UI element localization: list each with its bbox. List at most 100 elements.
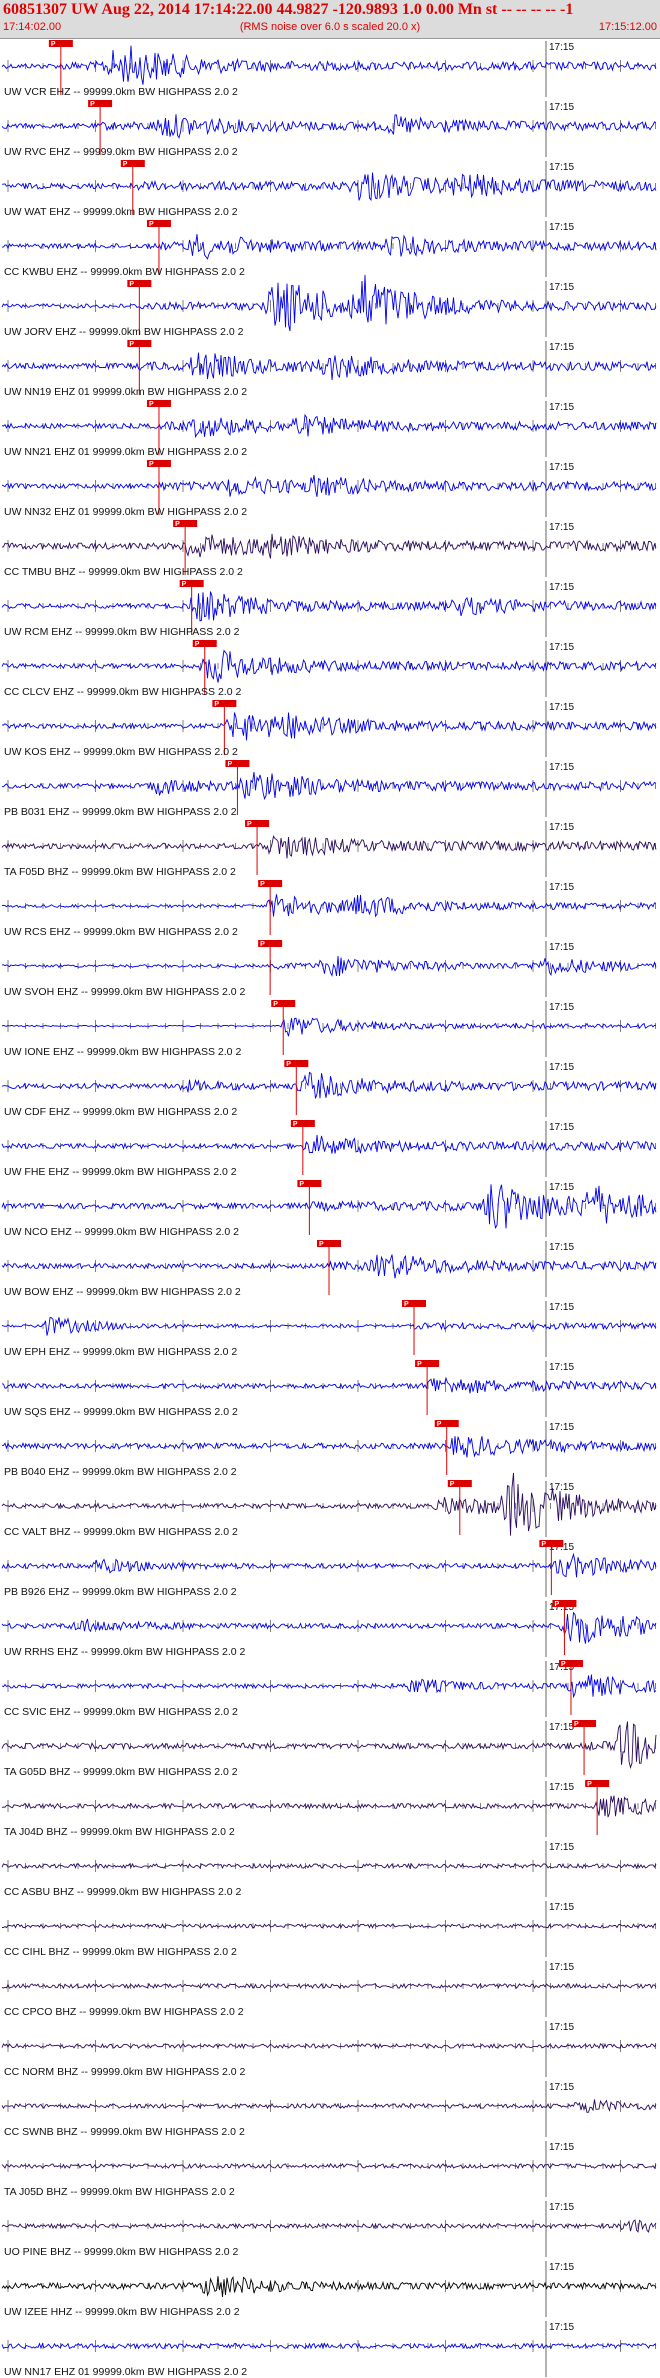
- station-label: UW FHE EHZ -- 99999.0km BW HIGHPASS 2.0 …: [4, 1166, 237, 1178]
- station-label: CC NORM BHZ -- 99999.0km BW HIGHPASS 2.0…: [4, 2066, 246, 2078]
- trace-row: 17:15 P PB B040 EHZ -- 99999.0km BW HIGHPA…: [2, 1420, 657, 1478]
- minute-label: 17:15: [549, 642, 574, 653]
- minute-label: 17:15: [549, 462, 574, 473]
- trace-row: 17:15 P UW RVC EHZ -- 99999.0km BW HIGHPAS…: [1, 100, 657, 158]
- trace-row: 17:15 CC CPCO BHZ -- 99999.0km BW HIGHPAS…: [1, 1961, 657, 2018]
- waveform: [1, 591, 657, 622]
- trace-row: 17:15PPB B926 EHZ -- 99999.0km BW HIGHPA…: [1, 1540, 657, 1598]
- trace-row: 17:15 P TA F05D BHZ -- 99999.0km BW HIGHPA…: [1, 820, 657, 878]
- pick-flag-label: P: [587, 1781, 592, 1788]
- trace-row: 17:15 P UW WAT EHZ -- 99999.0km BW HIGHPAS…: [2, 160, 657, 218]
- pick-flag-label: P: [149, 221, 154, 228]
- station-label: PB B040 EHZ -- 99999.0km BW HIGHPASS 2.0…: [4, 1466, 237, 1478]
- minute-label: 17:15: [549, 1962, 574, 1973]
- minute-label: 17:15: [549, 2322, 574, 2333]
- trace-row: 17:15 P UW SQS EHZ -- 99999.0km BW HIGHPAS…: [1, 1360, 657, 1418]
- waveform: [1, 234, 657, 260]
- minute-label: 17:15: [549, 822, 574, 833]
- pick-flag-label: P: [260, 941, 265, 948]
- trace-row: 17:15 P UW RCM EHZ -- 99999.0km BW HIGHPAS…: [1, 580, 657, 638]
- minute-label: 17:15: [549, 42, 574, 53]
- trace-row: 17:15 P TA J04D BHZ -- 99999.0km BW HIGHPA…: [1, 1780, 657, 1838]
- station-label: TA J04D BHZ -- 99999.0km BW HIGHPASS 2.0…: [4, 1826, 235, 1838]
- pick-flag-label: P: [450, 1481, 455, 1488]
- station-label: UW NN32 EHZ 01 99999.0km BW HIGHPASS 2.0…: [4, 506, 247, 518]
- waveform: [1, 1376, 657, 1394]
- station-label: UW NN21 EHZ 01 99999.0km BW HIGHPASS 2.0…: [4, 446, 247, 458]
- trace-row: 17:15 P UW RCS EHZ -- 99999.0km BW HIGHPAS…: [1, 880, 657, 938]
- waveform: [1, 1611, 657, 1644]
- waveform: [1, 1134, 657, 1154]
- seismogram-panel: 17:15 P UW VCR EHZ -- 99999.0km BW HIGHPAS…: [1, 40, 657, 2378]
- waveform: [1, 533, 657, 559]
- minute-label: 17:15: [549, 1062, 574, 1073]
- trace-row: 17:15 P CC TMBU BHZ -- 99999.0km BW HIGHPA…: [1, 520, 657, 578]
- waveform: [1, 1982, 657, 1989]
- pick-flag-label: P: [404, 1301, 409, 1308]
- pick-flag-label: P: [129, 281, 134, 288]
- station-label: TA F05D BHZ -- 99999.0km BW HIGHPASS 2.0…: [4, 866, 236, 878]
- trace-row: 17:15 P UW FHE EHZ -- 99999.0km BW HIGHPAS…: [1, 1120, 657, 1178]
- pick-flag-label: P: [260, 881, 265, 888]
- station-label: CC TMBU BHZ -- 99999.0km BW HIGHPASS 2.0…: [4, 566, 243, 578]
- end-time: 17:15:12.00: [598, 21, 657, 33]
- minute-label: 17:15: [549, 102, 574, 113]
- trace-row: 17:15 CC CIHL BHZ -- 99999.0km BW HIGHPAS…: [1, 1901, 657, 1958]
- station-label: UW RRHS EHZ -- 99999.0km BW HIGHPASS 2.0…: [4, 1646, 246, 1658]
- waveform: [1, 2099, 657, 2113]
- minute-label: 17:15: [549, 2202, 574, 2213]
- pick-flag-label: P: [417, 1361, 422, 1368]
- minute-label: 17:15: [549, 282, 574, 293]
- minute-label: 17:15: [549, 942, 574, 953]
- minute-label: 17:15: [549, 1122, 574, 1133]
- minute-label: 17:15: [549, 702, 574, 713]
- waveform: [1, 1552, 657, 1578]
- station-label: UW VCR EHZ -- 99999.0km BW HIGHPASS 2.0 …: [4, 86, 238, 98]
- station-label: CC CPCO BHZ -- 99999.0km BW HIGHPASS 2.0…: [4, 2006, 244, 2018]
- pick-flag-label: P: [437, 1421, 442, 1428]
- pick-flag-label: P: [149, 401, 154, 408]
- minute-label: 17:15: [549, 1242, 574, 1253]
- station-label: UW EPH EHZ -- 99999.0km BW HIGHPASS 2.0 …: [4, 1346, 237, 1358]
- trace-row: 17:15 P UW VCR EHZ -- 99999.0km BW HIGHPAS…: [1, 40, 657, 98]
- minute-label: 17:15: [549, 1902, 574, 1913]
- trace-row: 17:15 P UW BOW EHZ -- 99999.0km BW HIGHPAS…: [1, 1240, 657, 1298]
- pick-flag-label: P: [293, 1121, 298, 1128]
- station-label: UW RVC EHZ -- 99999.0km BW HIGHPASS 2.0 …: [4, 146, 238, 158]
- waveform: [1, 474, 657, 497]
- station-label: UW JORV EHZ -- 99999.0km BW HIGHPASS 2.0…: [4, 326, 244, 338]
- station-label: UW SQS EHZ -- 99999.0km BW HIGHPASS 2.0 …: [4, 1406, 238, 1418]
- station-label: UW RCS EHZ -- 99999.0km BW HIGHPASS 2.0 …: [4, 926, 238, 938]
- pick-flag-label: P: [541, 1541, 546, 1548]
- minute-label: 17:15: [549, 1362, 574, 1373]
- trace-row: 17:15PUW RRHS EHZ -- 99999.0km BW HIGHPA…: [1, 1600, 657, 1658]
- station-label: UW NN19 EHZ 01 99999.0km BW HIGHPASS 2.0…: [4, 386, 247, 398]
- minute-label: 17:15: [549, 1182, 574, 1193]
- minute-label: 17:15: [549, 1782, 574, 1793]
- trace-row: 17:15 P CC KWBU EHZ -- 99999.0km BW HIGHPA…: [1, 220, 657, 278]
- station-label: CC CIHL BHZ -- 99999.0km BW HIGHPASS 2.0…: [4, 1946, 237, 1958]
- waveform: [1, 2042, 657, 2050]
- trace-row: 17:15 P TA G05D BHZ -- 99999.0km BW HIGHPA…: [1, 1720, 657, 1778]
- waveform: [1, 2219, 657, 2233]
- pick-flag-label: P: [175, 521, 180, 528]
- waveform: [1, 1317, 657, 1336]
- minute-label: 17:15: [549, 2082, 574, 2093]
- pick-flag-label: P: [90, 101, 95, 108]
- waveform: [1, 894, 657, 918]
- pick-flag-label: P: [554, 1601, 559, 1608]
- station-label: UW RCM EHZ -- 99999.0km BW HIGHPASS 2.0 …: [4, 626, 240, 638]
- waveform: [1, 413, 657, 439]
- waveform: [2, 1436, 657, 1458]
- station-label: UW IZEE HHZ -- 99999.0km BW HIGHPASS 2.0…: [4, 2306, 240, 2318]
- pick-flag-label: P: [195, 641, 200, 648]
- pick-flag-label: P: [149, 461, 154, 468]
- minute-label: 17:15: [549, 2142, 574, 2153]
- pick-flag-label: P: [214, 701, 219, 708]
- waveform: [1, 2275, 657, 2297]
- waveform: [1, 1674, 657, 1699]
- minute-label: 17:15: [549, 222, 574, 233]
- waveform: [1, 1923, 657, 1929]
- trace-row: 17:15 P UW SVOH EHZ -- 99999.0km BW HIGHPA…: [1, 940, 657, 998]
- station-label: UW WAT EHZ -- 99999.0km BW HIGHPASS 2.0 …: [4, 206, 238, 218]
